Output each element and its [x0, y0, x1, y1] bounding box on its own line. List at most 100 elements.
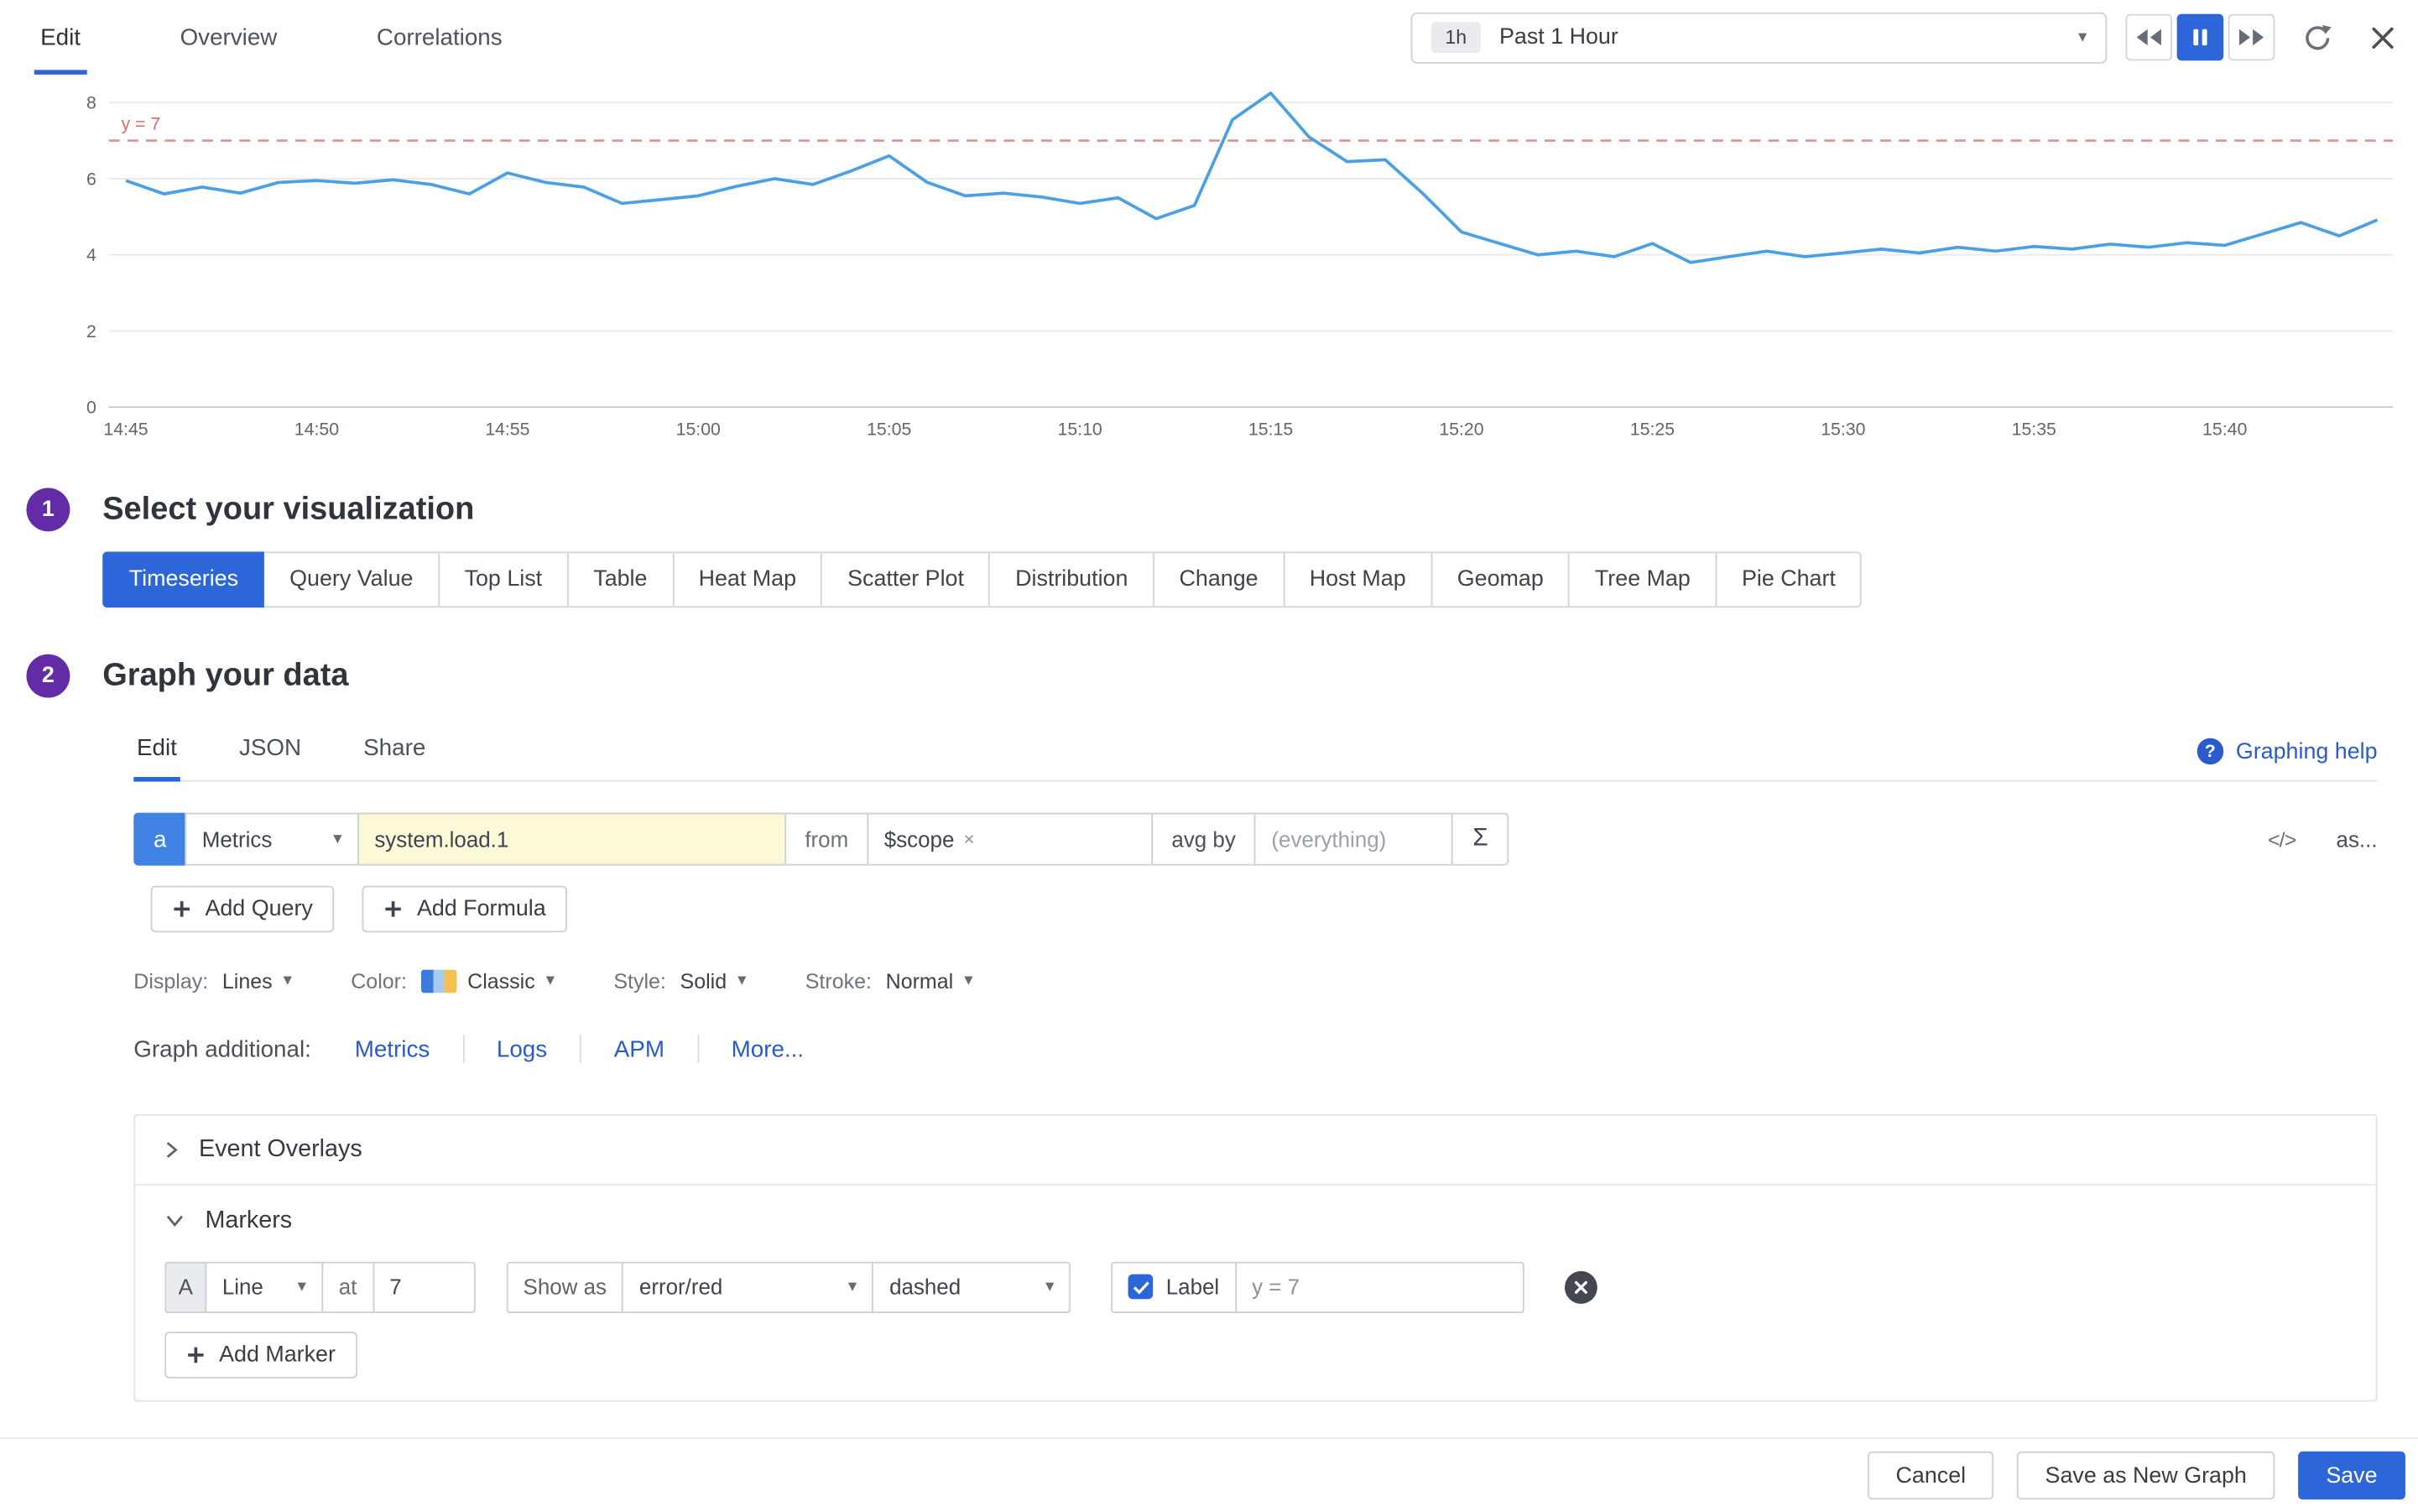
- aggregator-dropdown[interactable]: avg by: [1151, 813, 1256, 866]
- event-overlays-title: Event Overlays: [199, 1136, 362, 1164]
- viz-option-distribution[interactable]: Distribution: [989, 551, 1154, 607]
- time-range-label: Past 1 Hour: [1499, 25, 1618, 50]
- pause-button[interactable]: [2177, 14, 2224, 61]
- delete-marker-button[interactable]: [1564, 1270, 1597, 1303]
- from-label: from: [784, 813, 868, 866]
- editor-tabs: Edit JSON Share ? Graphing help: [133, 726, 2377, 782]
- query-right-controls: </> as...: [2268, 826, 2378, 852]
- chevron-down-icon: [546, 972, 555, 989]
- cancel-button[interactable]: Cancel: [1868, 1452, 1993, 1499]
- marker-type-dropdown[interactable]: Line: [205, 1261, 323, 1312]
- step-2-badge: 2: [26, 654, 70, 698]
- question-icon: ?: [2197, 738, 2223, 764]
- x-axis-tick: 15:00: [676, 420, 721, 440]
- graph-additional-link-logs[interactable]: Logs: [497, 1035, 547, 1061]
- divider: [697, 1035, 699, 1062]
- sigma-button[interactable]: Σ: [1451, 813, 1509, 866]
- event-overlays-toggle[interactable]: Event Overlays: [135, 1116, 2376, 1186]
- step-1-badge: 1: [26, 488, 70, 532]
- save-button[interactable]: Save: [2298, 1452, 2405, 1499]
- check-icon: [1133, 1280, 1149, 1294]
- y-axis-tick: 8: [86, 93, 96, 113]
- marker-label-checkbox[interactable]: [1128, 1275, 1154, 1300]
- marker-style-group: Show as error/red dashed: [506, 1261, 1071, 1312]
- viz-option-change[interactable]: Change: [1153, 551, 1285, 607]
- graph-data-section: 2 Graph your data Edit JSON Share ? Graphi…: [0, 654, 2418, 1402]
- style-control: Style: Solid: [613, 970, 746, 993]
- viz-option-geomap[interactable]: Geomap: [1430, 551, 1570, 607]
- graphing-help-link[interactable]: ? Graphing help: [2197, 738, 2378, 780]
- viz-option-pie-chart[interactable]: Pie Chart: [1715, 551, 1862, 607]
- chevron-down-icon: [164, 1212, 185, 1229]
- editor-tab-share[interactable]: Share: [360, 735, 429, 780]
- rewind-button[interactable]: [2126, 14, 2173, 61]
- marker-color-dropdown[interactable]: error/red: [623, 1261, 874, 1312]
- markers-toggle[interactable]: Markers: [135, 1186, 2376, 1255]
- style-value: Solid: [680, 970, 727, 993]
- viz-option-scatter-plot[interactable]: Scatter Plot: [821, 551, 991, 607]
- marker-value-input[interactable]: [389, 1275, 457, 1300]
- graph-editor: Edit Overview Correlations 1h Past 1 Hour: [0, 0, 2418, 1512]
- code-view-icon[interactable]: </>: [2268, 827, 2296, 851]
- as-alias-link[interactable]: as...: [2337, 826, 2378, 852]
- y-axis-tick: 0: [86, 398, 96, 418]
- viz-option-table[interactable]: Table: [567, 551, 674, 607]
- time-range-picker[interactable]: 1h Past 1 Hour: [1411, 12, 2108, 63]
- marker-label-input[interactable]: [1252, 1275, 1507, 1300]
- color-label: Color:: [351, 970, 407, 993]
- viz-option-host-map[interactable]: Host Map: [1283, 551, 1432, 607]
- refresh-button[interactable]: [2294, 14, 2341, 61]
- forward-button[interactable]: [2228, 14, 2275, 61]
- marker-value-field[interactable]: [373, 1261, 475, 1312]
- style-dropdown[interactable]: Solid: [680, 970, 747, 993]
- save-as-new-graph-button[interactable]: Save as New Graph: [2017, 1452, 2275, 1499]
- viz-option-query-value[interactable]: Query Value: [263, 551, 440, 607]
- scope-input[interactable]: $scope ×: [867, 813, 1153, 866]
- stroke-dropdown[interactable]: Normal: [886, 970, 973, 993]
- scope-token: $scope: [884, 826, 955, 852]
- display-controls: Display: Lines Color: Classic Style:: [133, 970, 2377, 993]
- graph-additional-link-more[interactable]: More...: [732, 1035, 804, 1061]
- top-tabs: Edit Overview Correlations: [40, 0, 503, 75]
- y-axis-tick: 6: [86, 169, 96, 189]
- chevron-down-icon: [298, 1278, 306, 1295]
- group-by-input[interactable]: [1271, 826, 1436, 852]
- graph-additional-link-metrics[interactable]: Metrics: [355, 1035, 430, 1061]
- series-line-system-load-1: [126, 93, 2378, 263]
- viz-option-timeseries[interactable]: Timeseries: [102, 551, 264, 607]
- marker-line-style-dropdown[interactable]: dashed: [873, 1261, 1071, 1312]
- metric-name-input[interactable]: system.load.1: [357, 813, 786, 866]
- add-marker-button[interactable]: Add Marker: [164, 1332, 357, 1379]
- step-2-header: 2 Graph your data: [0, 654, 2418, 698]
- add-marker-wrap: Add Marker: [164, 1332, 2375, 1379]
- top-tab-correlations[interactable]: Correlations: [377, 0, 503, 75]
- graph-additional-row: Graph additional: MetricsLogsAPMMore...: [133, 1035, 2377, 1062]
- top-tab-overview[interactable]: Overview: [180, 0, 278, 75]
- group-by-field[interactable]: [1254, 813, 1453, 866]
- metric-source-dropdown[interactable]: Metrics: [185, 813, 358, 866]
- marker-color-value: error/red: [639, 1275, 722, 1300]
- marker-label-field[interactable]: [1235, 1261, 1524, 1312]
- query-bar: a Metrics system.load.1 from $scope × av…: [133, 813, 1509, 866]
- viz-option-heat-map[interactable]: Heat Map: [672, 551, 822, 607]
- editor-tab-edit[interactable]: Edit: [133, 735, 180, 780]
- query-editor: Edit JSON Share ? Graphing help a Metrics …: [133, 726, 2377, 1402]
- editor-tab-json[interactable]: JSON: [236, 735, 305, 780]
- x-axis-tick: 15:35: [2012, 420, 2056, 440]
- top-tab-edit[interactable]: Edit: [40, 0, 81, 75]
- graph-additional-link-apm[interactable]: APM: [614, 1035, 664, 1061]
- plus-icon: [384, 899, 403, 918]
- step-1-title: Select your visualization: [102, 491, 474, 528]
- remove-scope-icon[interactable]: ×: [964, 828, 975, 850]
- add-formula-button[interactable]: Add Formula: [362, 886, 567, 933]
- close-button[interactable]: [2358, 14, 2405, 61]
- add-query-button[interactable]: Add Query: [151, 886, 335, 933]
- x-axis-tick: 15:30: [1821, 420, 1865, 440]
- graphing-help-label: Graphing help: [2236, 739, 2378, 764]
- viz-option-top-list[interactable]: Top List: [438, 551, 569, 607]
- stroke-control: Stroke: Normal: [805, 970, 973, 993]
- color-dropdown[interactable]: Classic: [421, 970, 555, 993]
- viz-option-tree-map[interactable]: Tree Map: [1568, 551, 1717, 607]
- display-dropdown[interactable]: Lines: [222, 970, 292, 993]
- x-axis-tick: 15:25: [1630, 420, 1675, 440]
